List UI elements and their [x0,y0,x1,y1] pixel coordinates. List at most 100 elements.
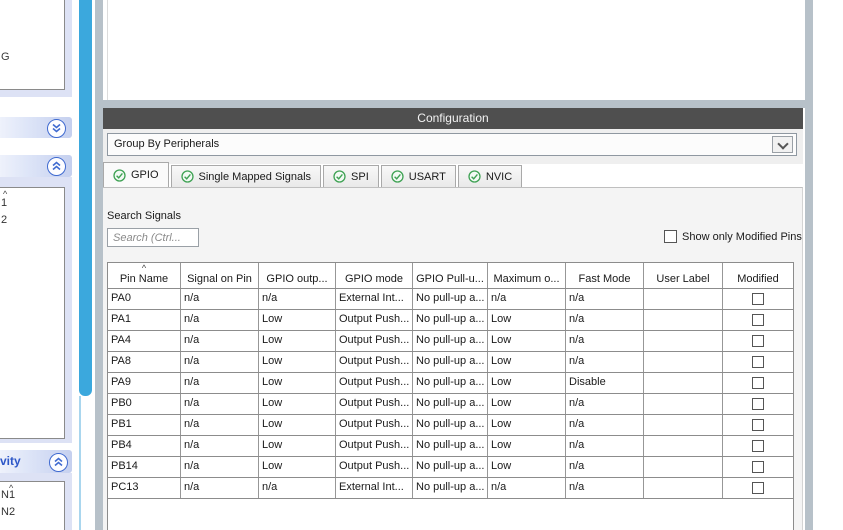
cell-gpio-output[interactable]: Low [259,457,336,477]
cell-pin-name[interactable]: PB14 [108,457,181,477]
cell-fast-mode[interactable]: n/a [566,352,644,372]
sidebar-section-middle-header[interactable] [0,155,72,177]
cell-gpio-output[interactable]: Low [259,394,336,414]
cell-signal-on-pin[interactable]: n/a [181,436,259,456]
cell-gpio-mode[interactable]: Output Push... [336,457,413,477]
cell-signal-on-pin[interactable]: n/a [181,394,259,414]
column-header-signal-on-pin[interactable]: Signal on Pin [181,263,259,288]
modified-checkbox[interactable] [752,335,764,347]
cell-gpio-output[interactable]: Low [259,436,336,456]
cell-fast-mode[interactable]: n/a [566,310,644,330]
cell-gpio-pull[interactable]: No pull-up a... [413,457,488,477]
column-header-pin-name[interactable]: ^ Pin Name [108,263,181,288]
table-row[interactable]: PC13 n/a n/a External Int... No pull-up a...… [108,478,793,499]
cell-gpio-mode[interactable]: Output Push... [336,436,413,456]
cell-user-label[interactable] [644,478,723,498]
cell-gpio-mode[interactable]: Output Push... [336,394,413,414]
tab-spi[interactable]: SPI [323,165,379,187]
cell-gpio-pull[interactable]: No pull-up a... [413,310,488,330]
table-row[interactable]: PB1 n/a Low Output Push... No pull-up a... Lo… [108,415,793,436]
cell-gpio-pull[interactable]: No pull-up a... [413,352,488,372]
tab-gpio[interactable]: GPIO [103,162,169,187]
cell-maximum-output[interactable]: Low [488,394,566,414]
double-chevron-up-icon[interactable] [47,157,66,176]
cell-signal-on-pin[interactable]: n/a [181,310,259,330]
cell-gpio-pull[interactable]: No pull-up a... [413,478,488,498]
cell-pin-name[interactable]: PC13 [108,478,181,498]
double-chevron-up-icon[interactable] [49,453,68,472]
cell-maximum-output[interactable]: n/a [488,289,566,309]
cell-gpio-mode[interactable]: Output Push... [336,352,413,372]
column-header-gpio-mode[interactable]: GPIO mode [336,263,413,288]
cell-gpio-output[interactable]: Low [259,310,336,330]
table-row[interactable]: PA0 n/a n/a External Int... No pull-up a... n… [108,289,793,310]
cell-maximum-output[interactable]: Low [488,457,566,477]
list-item[interactable]: 2 [1,214,7,226]
column-header-user-label[interactable]: User Label [644,263,723,288]
cell-pin-name[interactable]: PA0 [108,289,181,309]
cell-user-label[interactable] [644,331,723,351]
dropdown-arrow-button[interactable] [772,136,793,153]
cell-gpio-pull[interactable]: No pull-up a... [413,289,488,309]
cell-fast-mode[interactable]: n/a [566,331,644,351]
table-row[interactable]: PA1 n/a Low Output Push... No pull-up a... Lo… [108,310,793,331]
cell-signal-on-pin[interactable]: n/a [181,415,259,435]
modified-checkbox[interactable] [752,398,764,410]
cell-fast-mode[interactable]: n/a [566,478,644,498]
modified-checkbox[interactable] [752,440,764,452]
column-header-modified[interactable]: Modified [723,263,793,288]
list-item[interactable]: N2 [1,506,15,518]
cell-user-label[interactable] [644,352,723,372]
cell-pin-name[interactable]: PB0 [108,394,181,414]
double-chevron-down-icon[interactable] [47,119,66,138]
show-only-modified-checkbox[interactable] [664,230,677,243]
tab-nvic[interactable]: NVIC [457,165,523,187]
cell-gpio-output[interactable]: Low [259,415,336,435]
column-header-gpio-pull-u[interactable]: GPIO Pull-u... [413,263,488,288]
column-header-fast-mode[interactable]: Fast Mode [566,263,644,288]
cell-gpio-output[interactable]: Low [259,373,336,393]
cell-fast-mode[interactable]: n/a [566,457,644,477]
cell-pin-name[interactable]: PB1 [108,415,181,435]
table-row[interactable]: PB0 n/a Low Output Push... No pull-up a... Lo… [108,394,793,415]
cell-maximum-output[interactable]: Low [488,331,566,351]
cell-user-label[interactable] [644,394,723,414]
sidebar-middle-listbox[interactable]: ^ 12 [0,187,65,439]
cell-fast-mode[interactable]: Disable [566,373,644,393]
cell-gpio-pull[interactable]: No pull-up a... [413,373,488,393]
sidebar-section-collapsed-header[interactable] [0,117,72,138]
cell-gpio-output[interactable]: n/a [259,478,336,498]
cell-gpio-pull[interactable]: No pull-up a... [413,436,488,456]
modified-checkbox[interactable] [752,482,764,494]
tab-usart[interactable]: USART [380,165,456,187]
cell-gpio-mode[interactable]: External Int... [336,478,413,498]
table-row[interactable]: PB14 n/a Low Output Push... No pull-up a... L… [108,457,793,478]
table-row[interactable]: PB4 n/a Low Output Push... No pull-up a... Lo… [108,436,793,457]
cell-gpio-output[interactable]: Low [259,331,336,351]
cell-fast-mode[interactable]: n/a [566,289,644,309]
column-header-gpio-outp[interactable]: GPIO outp... [259,263,336,288]
cell-pin-name[interactable]: PB4 [108,436,181,456]
cell-signal-on-pin[interactable]: n/a [181,289,259,309]
modified-checkbox[interactable] [752,461,764,473]
cell-gpio-output[interactable]: n/a [259,289,336,309]
cell-signal-on-pin[interactable]: n/a [181,352,259,372]
cell-gpio-mode[interactable]: Output Push... [336,331,413,351]
cell-gpio-pull[interactable]: No pull-up a... [413,394,488,414]
group-by-dropdown[interactable]: Group By Peripherals [107,133,797,156]
modified-checkbox[interactable] [752,377,764,389]
cell-signal-on-pin[interactable]: n/a [181,457,259,477]
column-header-maximum-o[interactable]: Maximum o... [488,263,566,288]
sidebar-scrollbar-thumb[interactable] [79,0,92,396]
sidebar-scrollbar-track[interactable] [79,396,81,530]
cell-user-label[interactable] [644,436,723,456]
tab-single-mapped-signals[interactable]: Single Mapped Signals [170,165,322,187]
cell-pin-name[interactable]: PA1 [108,310,181,330]
cell-gpio-mode[interactable]: External Int... [336,289,413,309]
sidebar-top-listbox[interactable]: G [0,0,65,90]
cell-user-label[interactable] [644,373,723,393]
cell-maximum-output[interactable]: Low [488,310,566,330]
cell-maximum-output[interactable]: n/a [488,478,566,498]
modified-checkbox[interactable] [752,419,764,431]
cell-gpio-pull[interactable]: No pull-up a... [413,415,488,435]
